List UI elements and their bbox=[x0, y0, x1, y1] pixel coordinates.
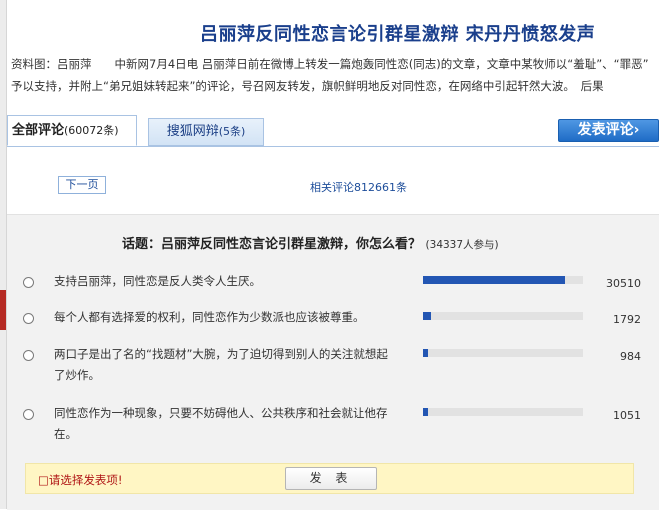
poll-question: 话题：吕丽萍反同性恋言论引群星激辩，你怎么看？ bbox=[122, 237, 422, 252]
poll-submit-button[interactable]: 发 表 bbox=[285, 467, 377, 490]
next-page-button[interactable]: 下一页 bbox=[58, 176, 106, 194]
tab-sohu-debate-count: (5条) bbox=[218, 125, 246, 138]
article-summary-line-1: 资料图：吕丽萍 中新网7月4日电 吕丽萍日前在微博上转发一篇炮轰同性恋(同志)的… bbox=[11, 57, 649, 71]
poll-option-2-count: 1792 bbox=[613, 313, 641, 326]
tab-bar-divider bbox=[7, 146, 659, 147]
poll-submit-bar: □请选择发表项! 发 表 bbox=[25, 463, 634, 494]
poll-option-1-text: 支持吕丽萍，同性恋是反人类令人生厌。 bbox=[54, 274, 261, 288]
article-summary-line-2: 予以支持，并附上“弟兄姐妹转起来”的评论，号召网友转发，旗帜鲜明地反对同性恋，在… bbox=[11, 79, 604, 93]
poll-option-1-radio[interactable] bbox=[23, 277, 34, 288]
poll-option-3-count: 984 bbox=[620, 350, 641, 363]
poll-option-2-bar bbox=[423, 312, 583, 320]
poll-option-4-count: 1051 bbox=[613, 409, 641, 422]
poll-option-4-text: 同性恋作为一种现象，只要不妨碍他人、公共秩序和社会就让他存在。 bbox=[54, 406, 388, 441]
tab-all-comments-label: 全部评论 bbox=[12, 123, 65, 138]
select-option-warning: □请选择发表项! bbox=[38, 473, 123, 487]
poll-option-3-bar bbox=[423, 349, 583, 357]
poll-option-3-text: 两口子是出了名的“找题材”大腕，为了迫切得到别人的关注就想起了炒作。 bbox=[54, 347, 388, 382]
comment-tab-bar: 全部评论(60072条) 搜狐网辩(5条) 发表评论› bbox=[7, 115, 659, 147]
poll-option-3-radio[interactable] bbox=[23, 350, 34, 361]
poll-option-1-bar bbox=[423, 276, 583, 284]
tab-all-comments-count: (60072条) bbox=[64, 124, 119, 137]
poll-title: 话题：吕丽萍反同性恋言论引群星激辩，你怎么看？ (34337人参与) bbox=[122, 233, 499, 252]
poll-option-3-bar-fill bbox=[423, 349, 428, 357]
poll-option-4-radio[interactable] bbox=[23, 409, 34, 420]
post-comment-button[interactable]: 发表评论› bbox=[558, 119, 659, 142]
poll-option-2-bar-fill bbox=[423, 312, 432, 320]
tab-sohu-debate[interactable]: 搜狐网辩(5条) bbox=[148, 118, 264, 146]
poll-option-1-bar-fill bbox=[423, 276, 566, 284]
poll-option-2-text: 每个人都有选择爱的权利，同性恋作为少数派也应该被尊重。 bbox=[54, 310, 365, 324]
article-headline[interactable]: 吕丽萍反同性恋言论引群星激辩 宋丹丹愤怒发声 bbox=[200, 20, 595, 46]
poll-participants: (34337人参与) bbox=[425, 239, 499, 251]
tab-sohu-debate-label: 搜狐网辩 bbox=[166, 124, 219, 139]
poll-option-4-bar bbox=[423, 408, 583, 416]
related-comments-link[interactable]: 相关评论812661条 bbox=[310, 179, 407, 195]
poll-option-2-radio[interactable] bbox=[23, 313, 34, 324]
poll-option-4-bar-fill bbox=[423, 408, 428, 416]
poll-option-1-count: 30510 bbox=[606, 277, 641, 290]
tab-all-comments[interactable]: 全部评论(60072条) bbox=[7, 115, 137, 146]
